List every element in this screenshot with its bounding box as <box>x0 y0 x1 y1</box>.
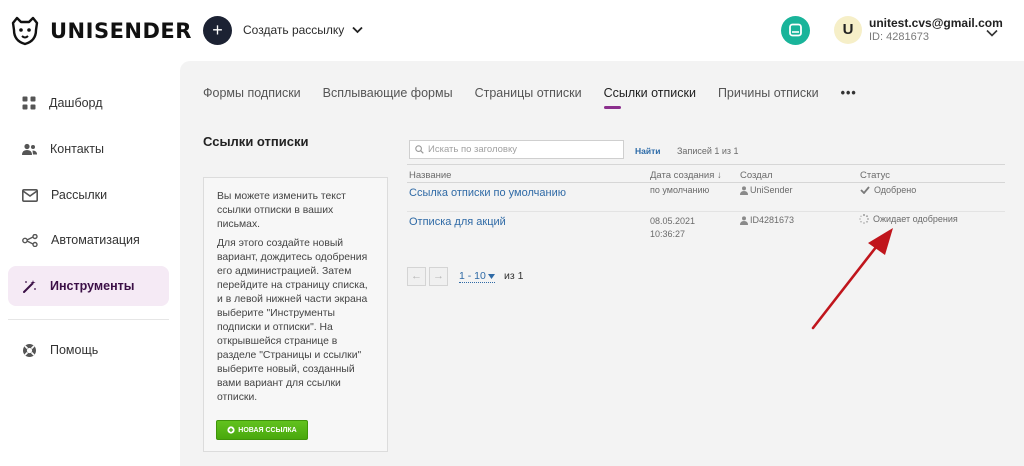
column-header-date[interactable]: Дата создания ↓ <box>650 170 722 181</box>
table-row-creator: UniSender <box>740 184 793 197</box>
create-campaign-label: Создать рассылку <box>243 23 345 37</box>
check-icon <box>860 186 870 194</box>
table-row-creator: ID4281673 <box>740 214 794 227</box>
caret-down-icon <box>487 273 495 279</box>
tab-unsubscribe-reasons[interactable]: Причины отписки <box>718 86 819 108</box>
logo[interactable]: UNISENDER <box>8 14 192 48</box>
info-text: Для этого создайте новый вариант, дождит… <box>217 238 368 403</box>
search-field[interactable] <box>409 140 624 159</box>
sidebar-item-label: Инструменты <box>50 279 135 293</box>
lifebuoy-icon <box>23 343 36 357</box>
search-icon <box>415 145 424 154</box>
chat-icon <box>789 23 802 37</box>
user-icon <box>740 216 748 225</box>
tab-unsubscribe-links[interactable]: Ссылки отписки <box>603 86 696 109</box>
user-icon <box>740 186 748 195</box>
search-input[interactable] <box>428 144 618 155</box>
sort-arrow-icon: ↓ <box>717 170 722 181</box>
prev-page-button[interactable]: ← <box>407 267 426 286</box>
column-header-date-label: Дата создания <box>650 170 715 181</box>
user-email[interactable]: unitest.cvs@gmail.com <box>869 16 1003 30</box>
tab-unsubscribe-pages[interactable]: Страницы отписки <box>475 86 582 108</box>
section-title: Ссылки отписки <box>203 134 309 149</box>
column-header-name[interactable]: Название <box>409 170 451 181</box>
tab-popup-forms[interactable]: Всплывающие формы <box>323 86 453 108</box>
user-id: ID: 4281673 <box>869 31 929 43</box>
table-row-date: по умолчанию <box>650 185 710 195</box>
creator-name: ID4281673 <box>750 215 795 225</box>
mail-icon <box>22 188 38 202</box>
sidebar-item-dashboard[interactable]: Дашборд <box>8 83 169 123</box>
flow-icon <box>22 233 38 247</box>
table-row-time: 10:36:27 <box>650 229 686 239</box>
table-row-name-link[interactable]: Отписка для акций <box>409 216 506 228</box>
table-top-border <box>407 164 1005 165</box>
tab-more-button[interactable]: ••• <box>841 86 857 108</box>
tab-subscription-forms[interactable]: Формы подписки <box>203 86 301 108</box>
table-row-status: Одобрено <box>860 185 916 195</box>
plus-circle-icon <box>227 426 235 434</box>
sidebar-item-label: Помощь <box>50 343 99 357</box>
sidebar-divider <box>8 319 169 320</box>
chevron-down-icon <box>352 26 363 34</box>
sidebar-item-contacts[interactable]: Контакты <box>8 129 169 169</box>
table-row-name-link[interactable]: Ссылка отписки по умолчанию <box>409 187 566 199</box>
annotation-arrow-icon <box>811 228 893 330</box>
tools-tabs: Формы подписки Всплывающие формы Страниц… <box>203 86 857 109</box>
page-size-dropdown[interactable]: 1 - 10 <box>459 270 495 283</box>
sidebar-item-help[interactable]: Помощь <box>8 330 169 370</box>
records-count: Записей 1 из 1 <box>677 146 739 156</box>
info-text: Вы можете изменить текст ссылки отписки … <box>217 191 346 230</box>
page-count: из 1 <box>504 270 524 282</box>
find-button[interactable]: Найти <box>635 146 660 156</box>
table-row-date: 08.05.2021 <box>650 216 696 226</box>
sidebar-item-label: Автоматизация <box>51 233 140 247</box>
column-header-creator[interactable]: Создал <box>740 170 773 181</box>
sidebar-item-automation[interactable]: Автоматизация <box>8 220 169 260</box>
magic-wand-icon <box>23 279 36 293</box>
help-chat-button[interactable] <box>781 16 810 45</box>
page-range-label: 1 - 10 <box>459 270 486 282</box>
create-campaign-dropdown[interactable]: Создать рассылку <box>243 23 363 37</box>
creator-name: UniSender <box>750 185 793 195</box>
sidebar-item-tools[interactable]: Инструменты <box>8 266 169 306</box>
table-header-border <box>407 182 1005 183</box>
sidebar-item-campaigns[interactable]: Рассылки <box>8 175 169 215</box>
new-link-button[interactable]: НОВАЯ ССЫЛКА <box>216 420 308 440</box>
user-menu-chevron[interactable] <box>986 24 998 42</box>
info-box: Вы можете изменить текст ссылки отписки … <box>203 177 388 452</box>
plus-icon: + <box>212 20 223 40</box>
people-icon <box>22 143 37 155</box>
next-page-button[interactable]: → <box>429 267 448 286</box>
grid-icon <box>22 96 36 110</box>
column-header-status[interactable]: Статус <box>860 170 890 181</box>
sidebar-item-label: Дашборд <box>49 96 103 110</box>
sidebar-item-label: Контакты <box>50 142 104 156</box>
sidebar-item-label: Рассылки <box>51 188 108 202</box>
table-row-border <box>407 211 1005 212</box>
dog-logo-icon <box>11 16 39 46</box>
status-label: Одобрено <box>874 185 917 195</box>
chevron-down-icon <box>986 29 998 37</box>
logo-text: UNISENDER <box>50 19 192 43</box>
create-campaign-button[interactable]: + <box>203 16 232 45</box>
new-link-label: НОВАЯ ССЫЛКА <box>238 426 297 434</box>
avatar[interactable]: U <box>834 16 862 44</box>
